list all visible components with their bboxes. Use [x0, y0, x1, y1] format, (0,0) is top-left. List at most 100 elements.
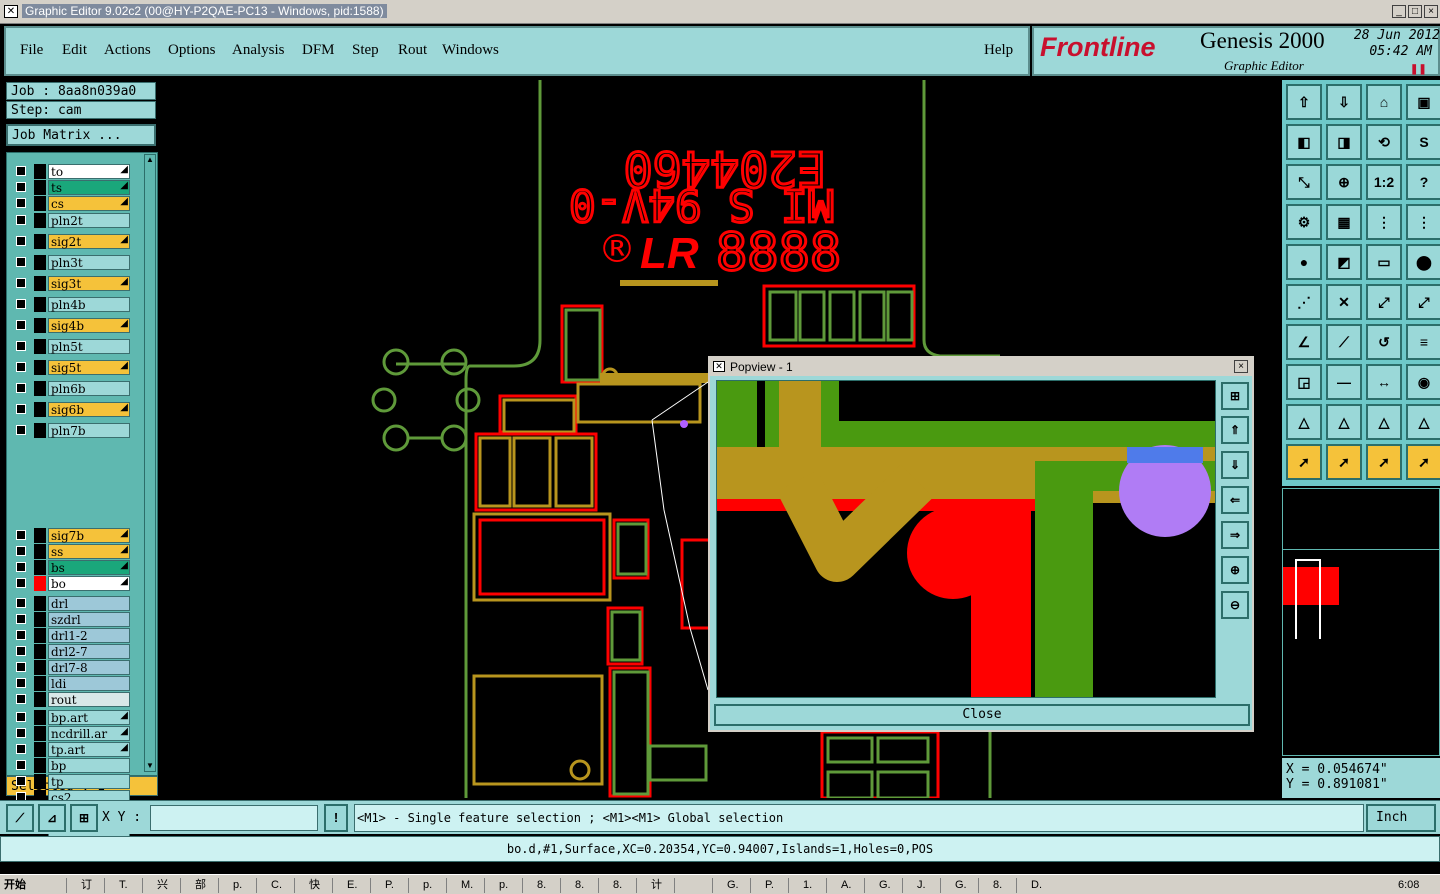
taskbar-item[interactable]: 8.: [598, 878, 634, 893]
layer-checkbox[interactable]: [16, 630, 26, 640]
layer-checkbox[interactable]: [16, 776, 26, 786]
layer-checkbox[interactable]: [16, 598, 26, 608]
taskbar-item[interactable]: 兴: [142, 878, 178, 893]
layer-row[interactable]: bp: [12, 758, 134, 773]
layer-row[interactable]: pln2t: [12, 213, 134, 228]
popview-canvas[interactable]: [716, 380, 1216, 698]
line-icon[interactable]: ⋰: [1286, 284, 1322, 320]
layer-checkbox[interactable]: [16, 530, 26, 540]
layer-row[interactable]: sig2t ◢: [12, 234, 134, 249]
pointer-c-icon[interactable]: ➚: [1366, 444, 1402, 480]
window-icon[interactable]: ▣: [1406, 84, 1440, 120]
layer-checkbox[interactable]: [16, 678, 26, 688]
grid-icon[interactable]: ▦: [1326, 204, 1362, 240]
taskbar-item[interactable]: 订: [66, 878, 102, 893]
layer-row[interactable]: sig3t ◢: [12, 276, 134, 291]
layer-row[interactable]: ss ◢: [12, 544, 134, 559]
layer-name[interactable]: sig2t: [48, 234, 130, 249]
taskbar-item[interactable]: p.: [218, 878, 254, 893]
triangle-a-icon[interactable]: △: [1286, 404, 1322, 440]
triangle-c-icon[interactable]: △: [1366, 404, 1402, 440]
layer-row[interactable]: bp.art ◢: [12, 710, 134, 725]
lines-icon[interactable]: ≡: [1406, 324, 1440, 360]
taskbar-item[interactable]: J.: [902, 878, 938, 893]
settings-icon[interactable]: ⚙: [1286, 204, 1322, 240]
layer-row[interactable]: rout: [12, 692, 134, 707]
layer-checkbox[interactable]: [16, 562, 26, 572]
zoom-left-icon[interactable]: ◧: [1286, 124, 1322, 160]
curve-icon[interactable]: S: [1406, 124, 1440, 160]
layer-row[interactable]: pln4b: [12, 297, 134, 312]
layer-row[interactable]: sig7b ◢: [12, 528, 134, 543]
popview-close-icon[interactable]: ×: [1234, 360, 1248, 373]
taskbar-item[interactable]: M.: [446, 878, 482, 893]
redo-view-icon[interactable]: ⇩: [1326, 84, 1362, 120]
taskbar-item[interactable]: 8.: [522, 878, 558, 893]
width-icon[interactable]: ↔: [1366, 364, 1402, 400]
pointer-b-icon[interactable]: ➚: [1326, 444, 1362, 480]
layer-name[interactable]: pln3t: [48, 255, 130, 270]
menu-help[interactable]: Help: [984, 42, 1013, 59]
layer-checkbox[interactable]: [16, 166, 26, 176]
layer-checkbox[interactable]: [16, 728, 26, 738]
job-matrix-button[interactable]: Job Matrix ...: [6, 124, 156, 146]
scale-icon[interactable]: 1:2: [1366, 164, 1402, 200]
menu-step[interactable]: Step: [352, 42, 379, 59]
layer-row[interactable]: drl2-7: [12, 644, 134, 659]
layer-name[interactable]: pln5t: [48, 339, 130, 354]
layer-row[interactable]: cs ◢: [12, 196, 134, 211]
layer-checkbox[interactable]: [16, 182, 26, 192]
arc2-icon[interactable]: ⤢: [1406, 284, 1440, 320]
layer-name[interactable]: sig5t: [48, 360, 130, 375]
layer-row[interactable]: pln3t: [12, 255, 134, 270]
layer-name[interactable]: drl2-7: [48, 644, 130, 659]
layer-row[interactable]: tp.art ◢: [12, 742, 134, 757]
layer-name[interactable]: sig3t: [48, 276, 130, 291]
layer-name[interactable]: pln6b: [48, 381, 130, 396]
taskbar-item[interactable]: 计: [636, 878, 672, 893]
pointer-d-icon[interactable]: ➚: [1406, 444, 1440, 480]
layer-row[interactable]: sig5t ◢: [12, 360, 134, 375]
zoom-right-icon[interactable]: ◨: [1326, 124, 1362, 160]
taskbar-item[interactable]: P.: [370, 878, 406, 893]
layer-checkbox[interactable]: [16, 578, 26, 588]
layer-row[interactable]: bo ◢: [12, 576, 134, 591]
triangle-d-icon[interactable]: △: [1406, 404, 1440, 440]
taskbar-item[interactable]: E.: [332, 878, 368, 893]
layer-name[interactable]: cs: [48, 196, 130, 211]
maximize-button[interactable]: □: [1408, 5, 1422, 18]
scroll-up-icon[interactable]: ▲: [145, 155, 155, 165]
layer-checkbox[interactable]: [16, 383, 26, 393]
taskbar-item[interactable]: 部: [180, 878, 216, 893]
layer-row[interactable]: pln5t: [12, 339, 134, 354]
ruler-icon[interactable]: ▭: [1366, 244, 1402, 280]
layer-scrollbar[interactable]: ▲ ▼: [144, 154, 156, 772]
layer-row[interactable]: sig4b ◢: [12, 318, 134, 333]
layer-checkbox[interactable]: [16, 320, 26, 330]
home-icon[interactable]: ⇧: [1286, 84, 1322, 120]
layer-checkbox[interactable]: [16, 546, 26, 556]
layer-checkbox[interactable]: [16, 257, 26, 267]
house-icon[interactable]: ⌂: [1366, 84, 1402, 120]
menu-options[interactable]: Options: [168, 42, 216, 59]
angle-icon[interactable]: ∠: [1286, 324, 1322, 360]
layer-name[interactable]: ldi: [48, 676, 130, 691]
layer-row[interactable]: szdrl: [12, 612, 134, 627]
taskbar-item[interactable]: p.: [408, 878, 444, 893]
layer-name[interactable]: ts: [48, 180, 130, 195]
menu-rout[interactable]: Rout: [398, 42, 427, 59]
taskbar-item[interactable]: D.: [1016, 878, 1052, 893]
taskbar-item[interactable]: A.: [826, 878, 862, 893]
layer-name[interactable]: bo: [48, 576, 130, 591]
layer-name[interactable]: pln7b: [48, 423, 130, 438]
layer-row[interactable]: bs ◢: [12, 560, 134, 575]
close-window-button[interactable]: ×: [1424, 5, 1438, 18]
layer-name[interactable]: ss: [48, 544, 130, 559]
layer-name[interactable]: bp: [48, 758, 130, 773]
layer-row[interactable]: drl: [12, 596, 134, 611]
layer-checkbox[interactable]: [16, 760, 26, 770]
layer-checkbox[interactable]: [16, 236, 26, 246]
cluster-icon[interactable]: ◉: [1406, 364, 1440, 400]
pan-left-icon[interactable]: ⇐: [1221, 486, 1249, 514]
taskbar-item[interactable]: 8.: [978, 878, 1014, 893]
